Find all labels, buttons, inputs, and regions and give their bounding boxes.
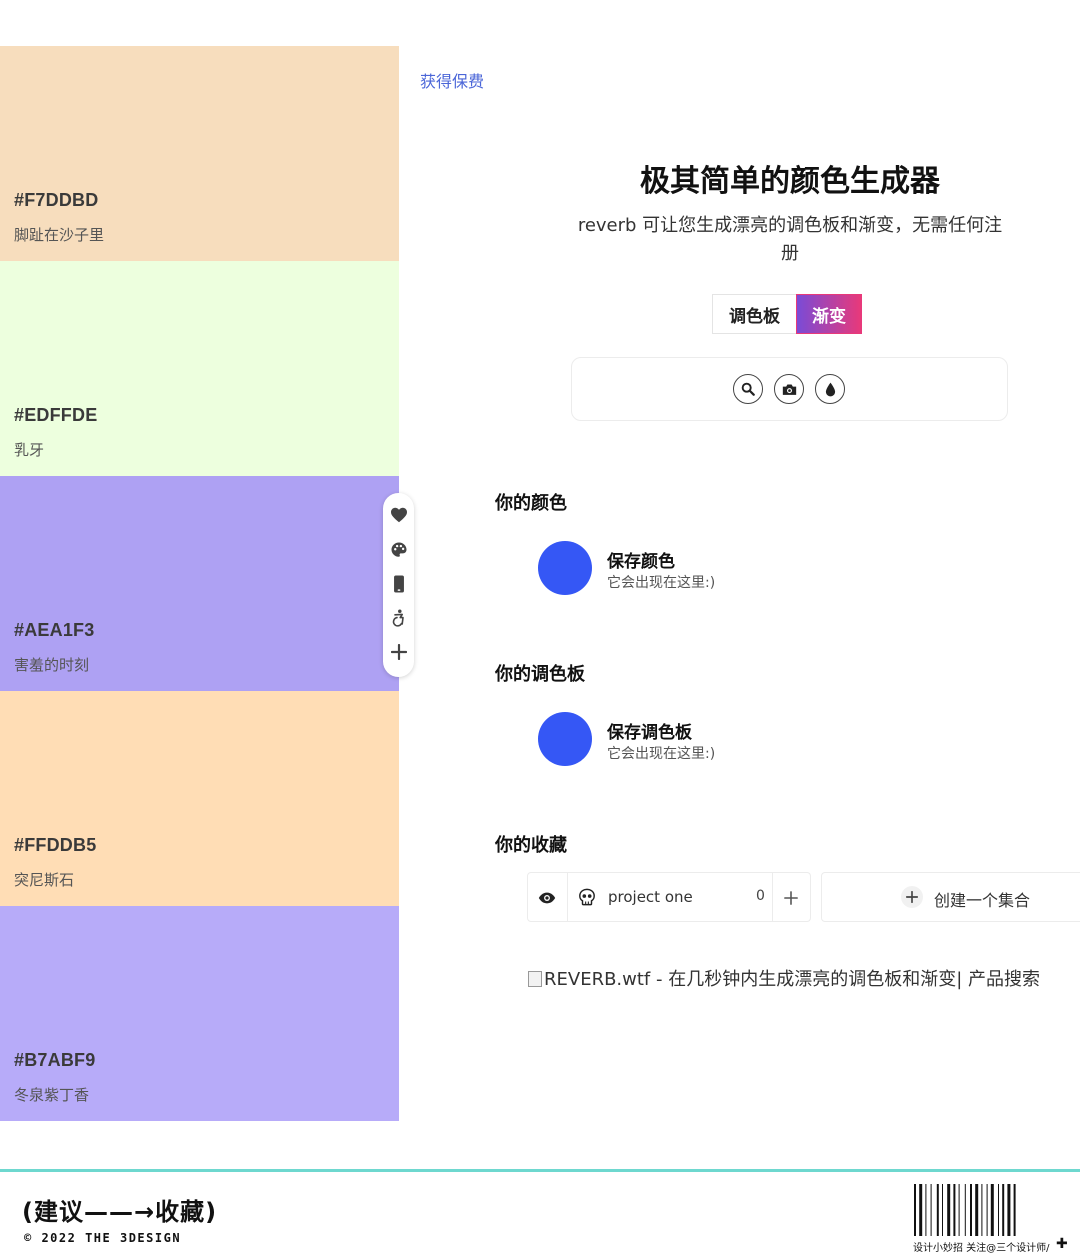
barcode-bar bbox=[930, 1184, 932, 1236]
barcode-bar bbox=[914, 1184, 916, 1236]
heart-icon[interactable] bbox=[389, 505, 408, 524]
save-palette-hint: 它会出现在这里:) bbox=[607, 746, 716, 762]
droplet-icon[interactable] bbox=[815, 374, 845, 404]
barcode-bar bbox=[986, 1184, 988, 1236]
broken-image: REVERB.wtf - 在几秒钟内生成漂亮的调色板和渐变| 产品搜索 bbox=[528, 965, 1040, 991]
tool-panel bbox=[571, 357, 1008, 421]
barcode-bar bbox=[981, 1184, 983, 1236]
swatch-name: 乳牙 bbox=[14, 441, 45, 459]
get-pro-link[interactable]: 获得保费 bbox=[420, 68, 484, 92]
barcode-bar bbox=[990, 1184, 994, 1236]
footer-divider bbox=[0, 1169, 1080, 1172]
barcode-bar bbox=[998, 1184, 999, 1236]
phone-icon[interactable] bbox=[389, 574, 408, 593]
barcode-bar bbox=[925, 1184, 927, 1236]
search-icon[interactable] bbox=[733, 374, 763, 404]
swatch-name: 冬泉紫丁香 bbox=[14, 1086, 90, 1104]
collection-row[interactable]: project one 0 bbox=[527, 872, 811, 922]
side-toolbar bbox=[383, 493, 414, 677]
color-swatch[interactable]: #F7DDBD 脚趾在沙子里 bbox=[0, 46, 399, 261]
footer-cta: (建议——→收藏) bbox=[22, 1198, 218, 1226]
camera-icon[interactable] bbox=[774, 374, 804, 404]
color-palette: #F7DDBD 脚趾在沙子里 #EDFFDE 乳牙 #AEA1F3 害羞的时刻 … bbox=[0, 46, 399, 1121]
tab-palette[interactable]: 调色板 bbox=[712, 294, 796, 334]
barcode-bar bbox=[964, 1184, 966, 1236]
barcode-caption: 设计小妙招 关注@三个设计师/ bbox=[913, 1243, 1050, 1254]
swatch-hex[interactable]: #EDFFDE bbox=[14, 405, 97, 426]
barcode-graphic bbox=[914, 1184, 1016, 1236]
plus-icon: ✚ bbox=[1056, 1236, 1068, 1252]
page-title: 极其简单的颜色生成器 bbox=[640, 164, 940, 199]
plus-icon bbox=[901, 886, 923, 908]
divider bbox=[772, 873, 773, 921]
create-collection-button[interactable]: 创建一个集合 bbox=[821, 872, 1080, 922]
barcode-bar bbox=[1013, 1184, 1016, 1236]
image-icon bbox=[528, 971, 542, 987]
barcode-bar bbox=[975, 1184, 979, 1236]
footer-copyright: © 2022 THE 3DESIGN bbox=[24, 1231, 182, 1245]
plus-icon[interactable] bbox=[389, 642, 408, 661]
swatch-hex[interactable]: #AEA1F3 bbox=[14, 620, 94, 641]
tab-gradient[interactable]: 渐变 bbox=[796, 294, 862, 334]
mode-tabs: 调色板 渐变 bbox=[712, 294, 862, 334]
barcode-bar bbox=[947, 1184, 951, 1236]
page-subtitle: reverb 可让您生成漂亮的调色板和渐变，无需任何注册 bbox=[577, 215, 1003, 264]
saved-palette-placeholder[interactable] bbox=[538, 712, 592, 766]
accessibility-icon[interactable] bbox=[389, 608, 408, 627]
save-palette-title: 保存调色板 bbox=[607, 723, 692, 743]
your-colors-title: 你的颜色 bbox=[495, 493, 567, 514]
broken-image-alt: REVERB.wtf - 在几秒钟内生成漂亮的调色板和渐变| 产品搜索 bbox=[544, 969, 1040, 990]
barcode-bar bbox=[958, 1184, 960, 1236]
saved-color-placeholder[interactable] bbox=[538, 541, 592, 595]
swatch-name: 脚趾在沙子里 bbox=[14, 226, 105, 244]
color-swatch[interactable]: #AEA1F3 害羞的时刻 bbox=[0, 476, 399, 691]
create-collection-label: 创建一个集合 bbox=[934, 891, 1031, 910]
collection-name[interactable]: project one bbox=[608, 888, 693, 906]
swatch-name: 突尼斯石 bbox=[14, 871, 75, 889]
save-color-hint: 它会出现在这里:) bbox=[607, 575, 716, 591]
swatch-hex[interactable]: #B7ABF9 bbox=[14, 1050, 95, 1071]
barcode-bar bbox=[919, 1184, 923, 1236]
barcode-bar bbox=[1002, 1184, 1005, 1236]
skull-icon[interactable] bbox=[578, 888, 596, 910]
swatch-hex[interactable]: #FFDDB5 bbox=[14, 835, 96, 856]
eye-icon[interactable] bbox=[538, 890, 556, 909]
color-swatch[interactable]: #B7ABF9 冬泉紫丁香 bbox=[0, 906, 399, 1121]
barcode-bar bbox=[1007, 1184, 1011, 1236]
divider bbox=[567, 873, 568, 921]
save-color-title: 保存颜色 bbox=[607, 552, 675, 572]
color-swatch[interactable]: #FFDDB5 突尼斯石 bbox=[0, 691, 399, 906]
barcode-bar bbox=[942, 1184, 943, 1236]
swatch-hex[interactable]: #F7DDBD bbox=[14, 190, 98, 211]
barcode-bar bbox=[936, 1184, 939, 1236]
your-collections-title: 你的收藏 bbox=[495, 835, 567, 856]
palette-icon[interactable] bbox=[389, 540, 408, 559]
barcode-bar bbox=[970, 1184, 972, 1236]
your-palettes-title: 你的调色板 bbox=[495, 664, 585, 685]
add-to-collection-icon[interactable] bbox=[784, 890, 798, 909]
barcode-bar bbox=[953, 1184, 956, 1236]
color-swatch[interactable]: #EDFFDE 乳牙 bbox=[0, 261, 399, 476]
collection-count: 0 bbox=[756, 888, 765, 904]
swatch-name: 害羞的时刻 bbox=[14, 656, 90, 674]
